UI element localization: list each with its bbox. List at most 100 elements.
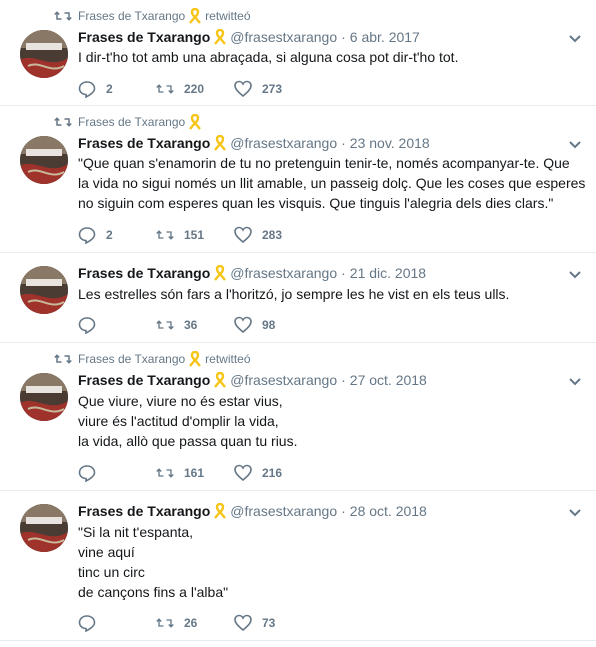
reply-button[interactable] bbox=[78, 464, 156, 482]
retweet-count: 36 bbox=[184, 318, 198, 332]
author-name[interactable]: Frases de Txarango bbox=[78, 503, 210, 519]
tweet-actions: 2 151 283 bbox=[78, 225, 312, 245]
tweet-header: Frases de Txarango @frasestxarango · 28 … bbox=[78, 501, 427, 521]
avatar-image bbox=[20, 373, 68, 421]
timeline: Frases de Txarango retwitteó Frases de T… bbox=[0, 0, 596, 641]
retweet-icon bbox=[156, 468, 174, 478]
retweet-context: Frases de Txarango retwitteó bbox=[54, 8, 251, 24]
avatar[interactable] bbox=[20, 30, 68, 78]
separator-dot: · bbox=[341, 29, 346, 45]
retweet-label: retwitteó bbox=[205, 9, 251, 23]
like-count: 73 bbox=[262, 616, 276, 630]
reply-button[interactable]: 2 bbox=[78, 80, 156, 98]
yellow-ribbon-icon bbox=[214, 135, 227, 151]
yellow-ribbon-icon bbox=[214, 372, 227, 388]
avatar[interactable] bbox=[20, 373, 68, 421]
retweet-count: 26 bbox=[184, 616, 198, 630]
like-button[interactable]: 216 bbox=[234, 464, 312, 482]
author-handle[interactable]: @frasestxarango bbox=[230, 135, 337, 151]
tweet-actions: 161 216 bbox=[78, 463, 312, 483]
like-button[interactable]: 273 bbox=[234, 80, 312, 98]
tweet[interactable]: Frases de Txarango retwitteó Frases de T… bbox=[0, 0, 596, 106]
retweet-button[interactable]: 220 bbox=[156, 80, 234, 98]
author-name[interactable]: Frases de Txarango bbox=[78, 372, 210, 388]
like-count: 216 bbox=[262, 466, 283, 480]
author-name[interactable]: Frases de Txarango bbox=[78, 29, 210, 45]
reply-button[interactable] bbox=[78, 614, 156, 632]
timestamp[interactable]: 6 abr. 2017 bbox=[350, 29, 420, 45]
timestamp[interactable]: 21 dic. 2018 bbox=[350, 265, 426, 281]
tweet-actions: 36 98 bbox=[78, 315, 312, 335]
retweet-icon bbox=[156, 230, 174, 240]
avatar-image bbox=[20, 504, 68, 552]
like-count: 283 bbox=[262, 228, 283, 242]
author-handle[interactable]: @frasestxarango bbox=[230, 503, 337, 519]
avatar-image bbox=[20, 266, 68, 314]
yellow-ribbon-icon bbox=[189, 114, 202, 130]
retweet-button[interactable]: 161 bbox=[156, 464, 234, 482]
yellow-ribbon-icon bbox=[189, 351, 202, 367]
retweet-button[interactable]: 26 bbox=[156, 614, 234, 632]
like-button[interactable]: 283 bbox=[234, 226, 312, 244]
retweet-context: Frases de Txarango bbox=[54, 114, 205, 130]
reply-button[interactable]: 2 bbox=[78, 226, 156, 244]
retweet-icon bbox=[54, 354, 72, 364]
retweet-icon bbox=[54, 11, 72, 21]
chevron-down-icon[interactable] bbox=[568, 34, 582, 44]
author-name[interactable]: Frases de Txarango bbox=[78, 135, 210, 151]
tweet-header: Frases de Txarango @frasestxarango · 21 … bbox=[78, 263, 426, 283]
reply-icon bbox=[78, 227, 96, 244]
tweet[interactable]: Frases de Txarango Frases de Txarango @f… bbox=[0, 106, 596, 253]
reply-icon bbox=[78, 317, 96, 334]
tweet-text: Les estrelles són fars a l'horitzó, jo s… bbox=[78, 286, 510, 302]
retweeter-name[interactable]: Frases de Txarango bbox=[78, 352, 185, 366]
retweet-icon bbox=[54, 117, 72, 127]
tweet[interactable]: Frases de Txarango @frasestxarango · 21 … bbox=[0, 253, 596, 343]
retweet-count: 151 bbox=[184, 228, 205, 242]
separator-dot: · bbox=[341, 135, 346, 151]
tweet-actions: 26 73 bbox=[78, 613, 312, 633]
yellow-ribbon-icon bbox=[214, 29, 227, 45]
yellow-ribbon-icon bbox=[189, 8, 202, 24]
avatar[interactable] bbox=[20, 136, 68, 184]
reply-icon bbox=[78, 615, 96, 632]
avatar[interactable] bbox=[20, 504, 68, 552]
avatar[interactable] bbox=[20, 266, 68, 314]
retweeter-name[interactable]: Frases de Txarango bbox=[78, 115, 185, 129]
chevron-down-icon[interactable] bbox=[568, 140, 582, 150]
like-button[interactable]: 98 bbox=[234, 316, 312, 334]
heart-icon bbox=[234, 464, 252, 482]
heart-icon bbox=[234, 614, 252, 632]
tweet-header: Frases de Txarango @frasestxarango · 23 … bbox=[78, 133, 430, 153]
author-handle[interactable]: @frasestxarango bbox=[230, 265, 337, 281]
reply-button[interactable] bbox=[78, 316, 156, 334]
timestamp[interactable]: 27 oct. 2018 bbox=[350, 372, 427, 388]
tweet[interactable]: Frases de Txarango retwitteó Frases de T… bbox=[0, 343, 596, 491]
author-handle[interactable]: @frasestxarango bbox=[230, 372, 337, 388]
retweet-button[interactable]: 36 bbox=[156, 316, 234, 334]
like-button[interactable]: 73 bbox=[234, 614, 312, 632]
tweet-text: "Si la nit t'espanta, vine aquí tinc un … bbox=[78, 524, 229, 600]
author-handle[interactable]: @frasestxarango bbox=[230, 29, 337, 45]
retweeter-name[interactable]: Frases de Txarango bbox=[78, 9, 185, 23]
avatar-image bbox=[20, 136, 68, 184]
heart-icon bbox=[234, 226, 252, 244]
yellow-ribbon-icon bbox=[214, 503, 227, 519]
tweet-text: Que viure, viure no és estar vius, viure… bbox=[78, 393, 298, 449]
tweet-header: Frases de Txarango @frasestxarango · 6 a… bbox=[78, 27, 420, 47]
separator-dot: · bbox=[341, 503, 346, 519]
chevron-down-icon[interactable] bbox=[568, 377, 582, 387]
reply-icon bbox=[78, 465, 96, 482]
author-name[interactable]: Frases de Txarango bbox=[78, 265, 210, 281]
retweet-button[interactable]: 151 bbox=[156, 226, 234, 244]
chevron-down-icon[interactable] bbox=[568, 508, 582, 518]
like-count: 273 bbox=[262, 82, 283, 96]
separator-dot: · bbox=[341, 372, 346, 388]
heart-icon bbox=[234, 316, 252, 334]
timestamp[interactable]: 23 nov. 2018 bbox=[350, 135, 430, 151]
tweet[interactable]: Frases de Txarango @frasestxarango · 28 … bbox=[0, 491, 596, 641]
retweet-icon bbox=[156, 618, 174, 628]
timestamp[interactable]: 28 oct. 2018 bbox=[350, 503, 427, 519]
retweet-label: retwitteó bbox=[205, 352, 251, 366]
chevron-down-icon[interactable] bbox=[568, 270, 582, 280]
